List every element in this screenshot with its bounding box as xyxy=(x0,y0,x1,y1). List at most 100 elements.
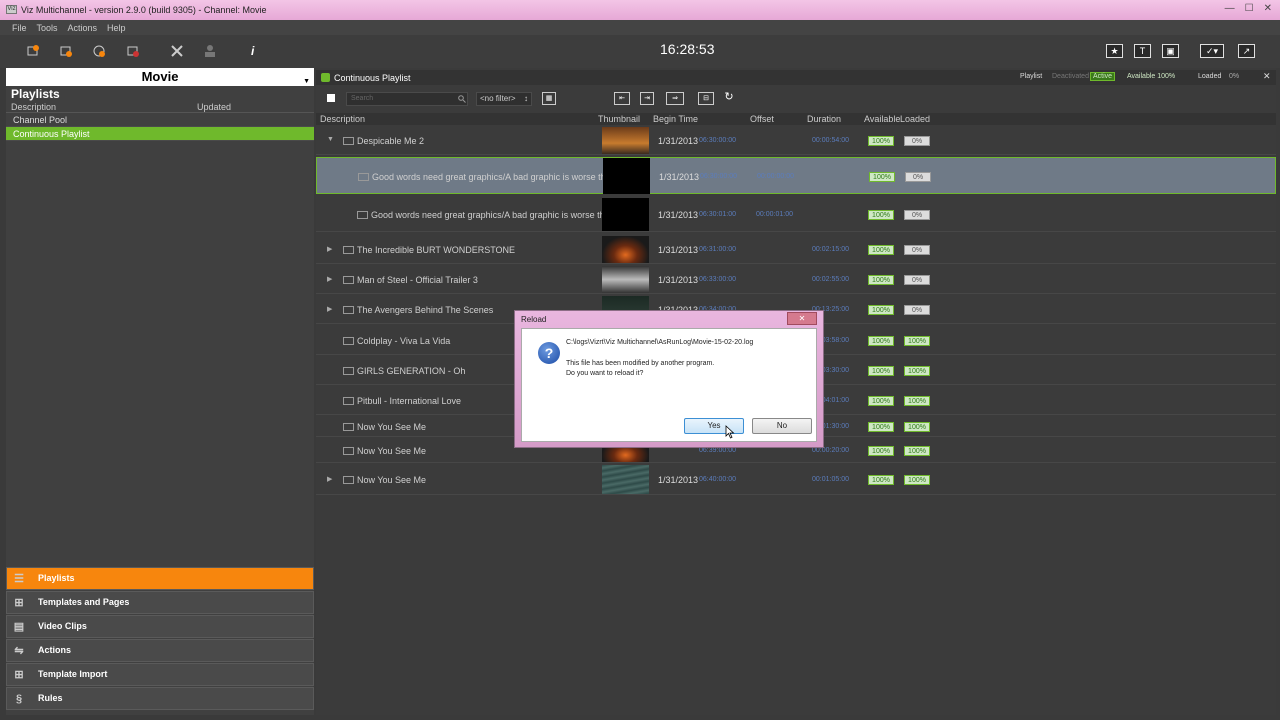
media-icon xyxy=(343,276,354,284)
insert-before-icon[interactable]: ⇤ xyxy=(614,92,630,105)
dialog-body: ? C:\logs\Vizrt\Viz Multichannel\AsRunLo… xyxy=(521,328,817,442)
playlist-row[interactable]: ▶ Now You See Me 1/31/2013 06:40:00:00 00:01… xyxy=(316,465,1276,495)
playlist-export-icon[interactable] xyxy=(126,44,140,58)
playlist-schedule-icon[interactable] xyxy=(92,44,106,58)
media-icon xyxy=(343,367,354,375)
close-icon[interactable]: ✕ xyxy=(1264,3,1272,14)
row-duration: 00:02:15:00 xyxy=(812,246,849,253)
available-badge: 100% xyxy=(868,305,894,315)
nav-rules[interactable]: § Rules xyxy=(6,687,314,710)
col-description[interactable]: Description xyxy=(320,114,365,124)
text-icon[interactable]: T xyxy=(1134,44,1151,58)
loaded-badge: 100% xyxy=(904,366,930,376)
export-icon[interactable]: ↗ xyxy=(1238,44,1255,58)
media-icon xyxy=(343,476,354,484)
film-icon: ▤ xyxy=(13,621,25,633)
loaded-badge: 100% xyxy=(904,446,930,456)
row-begin-time: 06:39:00:00 xyxy=(699,447,736,454)
thumbnail-image xyxy=(603,158,650,194)
info-icon[interactable]: i xyxy=(251,44,265,58)
add-playlist-icon[interactable] xyxy=(26,44,40,58)
refresh-icon[interactable]: ↻ xyxy=(722,92,736,105)
nav-templates-pages[interactable]: ⊞ Templates and Pages xyxy=(6,591,314,614)
search-icon[interactable] xyxy=(458,95,466,103)
row-begin-time: 06:33:00:00 xyxy=(699,276,736,283)
select-all-checkbox[interactable] xyxy=(327,94,335,102)
thumbnail-image xyxy=(602,127,649,154)
row-description: Coldplay - Viva La Vida xyxy=(357,336,451,346)
dialog-title: Reload xyxy=(521,315,547,324)
dialog-path: C:\logs\Vizrt\Viz Multichannel\AsRunLog\… xyxy=(566,339,754,346)
channel-selector[interactable]: Movie ▼ xyxy=(6,68,314,86)
insert-after-icon[interactable]: ⇥ xyxy=(640,92,654,105)
no-button[interactable]: No xyxy=(752,418,812,434)
row-date: 1/31/2013 xyxy=(658,210,699,220)
col-loaded[interactable]: Loaded xyxy=(900,114,930,124)
col-duration[interactable]: Duration xyxy=(807,114,841,124)
media-icon xyxy=(343,397,354,405)
status-deactivated[interactable]: Deactivated xyxy=(1052,73,1089,80)
monitor-icon[interactable]: ▣ xyxy=(1162,44,1179,58)
filter-select[interactable]: <no filter> ↕ xyxy=(476,92,532,106)
actions-icon: ⇋ xyxy=(14,645,24,657)
title-bar: Viz Viz Multichannel - version 2.9.0 (bu… xyxy=(0,0,1280,20)
row-duration: 00:00:20:00 xyxy=(812,447,849,454)
playlist-row[interactable]: ▶ Man of Steel - Official Trailer 3 1/31/2… xyxy=(316,266,1276,294)
playlist-header: Continuous Playlist Playlist Deactivated… xyxy=(316,70,1276,85)
col-begin-time[interactable]: Begin Time xyxy=(653,114,698,124)
expand-all-icon[interactable]: ⊟ xyxy=(698,92,714,105)
menu-tools[interactable]: Tools xyxy=(37,23,58,33)
col-offset[interactable]: Offset xyxy=(750,114,774,124)
search-input[interactable]: Search xyxy=(346,92,468,106)
status-active[interactable]: Active xyxy=(1090,72,1116,81)
playlist-settings-icon[interactable] xyxy=(59,44,73,58)
available-badge: 100% xyxy=(868,475,894,485)
user-icon[interactable] xyxy=(203,44,217,58)
media-icon xyxy=(343,137,354,145)
dialog-message: This file has been modified by another p… xyxy=(566,360,715,367)
col-thumbnail[interactable]: Thumbnail xyxy=(598,114,640,124)
nav-playlists[interactable]: ☰ Playlists xyxy=(6,567,314,590)
available-badge: 100% xyxy=(868,422,894,432)
col-available[interactable]: Available xyxy=(864,114,900,124)
loaded-badge: 100% xyxy=(904,422,930,432)
yes-button[interactable]: Yes xyxy=(684,418,744,434)
close-panel-icon[interactable]: ✕ xyxy=(1263,71,1271,82)
menu-file[interactable]: File xyxy=(12,23,27,33)
expand-toggle-icon[interactable]: ▶ xyxy=(327,475,332,483)
question-icon: ? xyxy=(538,342,560,364)
playlist-title: Continuous Playlist xyxy=(334,73,411,83)
expand-toggle-icon[interactable]: ▶ xyxy=(327,245,332,253)
loaded-badge: 0% xyxy=(904,305,930,315)
nav-actions[interactable]: ⇋ Actions xyxy=(6,639,314,662)
dialog-close-icon[interactable]: ✕ xyxy=(787,312,817,325)
filter-options-icon[interactable]: ▦ xyxy=(542,92,556,105)
grid-icon: ⊞ xyxy=(14,597,24,609)
playlist-item-channel-pool[interactable]: Channel Pool xyxy=(6,113,314,127)
favorite-icon[interactable]: ★ xyxy=(1106,44,1123,58)
playlist-row[interactable]: ▶ The Incredible BURT WONDERSTONE 1/31/201… xyxy=(316,236,1276,264)
menu-actions[interactable]: Actions xyxy=(68,23,98,33)
playlist-row[interactable]: Good words need great graphics/A bad gra… xyxy=(316,198,1276,232)
playlist-row[interactable]: Good words need great graphics/A bad gra… xyxy=(316,157,1276,194)
chevron-down-icon: ▼ xyxy=(303,78,310,85)
row-begin-time: 06:30:01:00 xyxy=(699,211,736,218)
playlist-item-continuous[interactable]: Continuous Playlist xyxy=(6,127,314,141)
chevron-updown-icon: ↕ xyxy=(524,94,528,103)
playlist-row[interactable]: ▼ Despicable Me 2 1/31/2013 06:30:00:00 00:0… xyxy=(316,127,1276,155)
channel-name: Movie xyxy=(141,69,179,84)
filter-bar: Search <no filter> ↕ ▦ ⇤ ⇥ ⇒ ⊟ ↻ xyxy=(316,88,1276,110)
expand-toggle-icon[interactable]: ▼ xyxy=(327,136,334,143)
thumbnail-image xyxy=(602,465,649,494)
nav-template-import[interactable]: ⊞ Template Import xyxy=(6,663,314,686)
nav-video-clips[interactable]: ▤ Video Clips xyxy=(6,615,314,638)
move-icon[interactable]: ⇒ xyxy=(666,92,684,105)
check-dropdown-icon[interactable]: ✓▾ xyxy=(1200,44,1224,58)
menu-help[interactable]: Help xyxy=(107,23,126,33)
expand-toggle-icon[interactable]: ▶ xyxy=(327,305,332,313)
expand-toggle-icon[interactable]: ▶ xyxy=(327,275,332,283)
row-description: Despicable Me 2 xyxy=(357,136,425,146)
tools-icon[interactable] xyxy=(170,44,184,58)
maximize-icon[interactable]: ☐ xyxy=(1245,3,1254,14)
minimize-icon[interactable]: — xyxy=(1225,3,1235,14)
